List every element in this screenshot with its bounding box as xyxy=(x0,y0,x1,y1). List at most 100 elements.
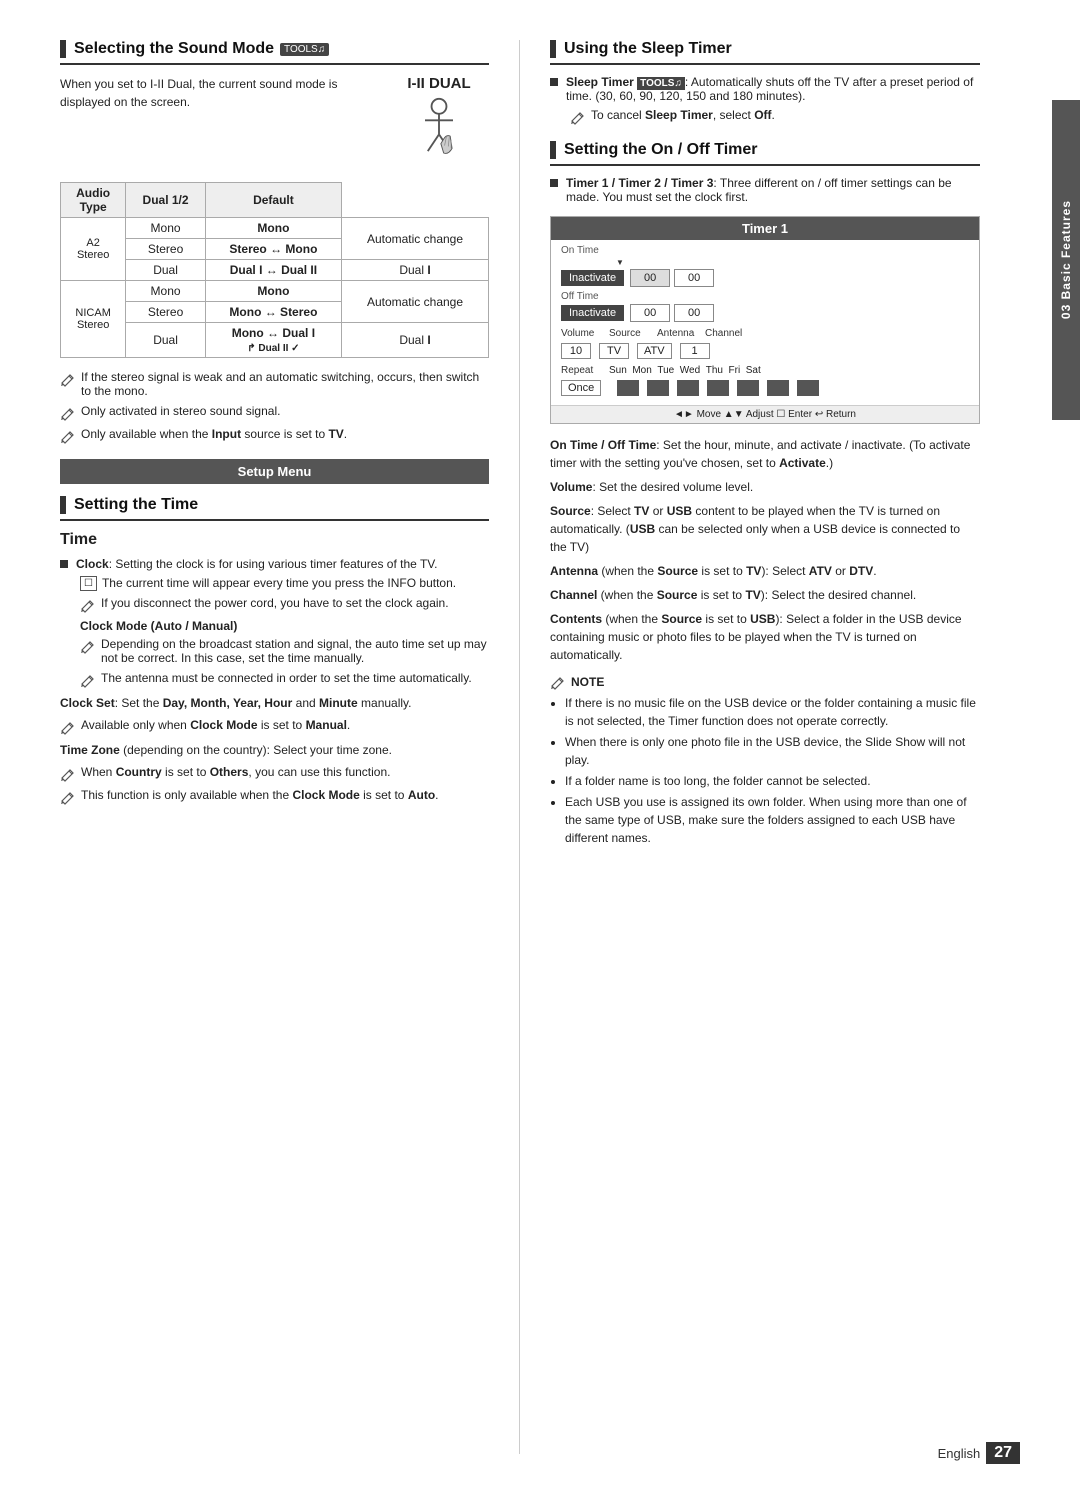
heading-bar-2 xyxy=(60,496,66,514)
type-stereo2: Stereo xyxy=(126,302,206,323)
default-auto2: Automatic change xyxy=(341,281,488,323)
dual-section: When you set to I-II Dual, the current s… xyxy=(60,75,489,167)
note-stereo-only: Only activated in stereo sound signal. xyxy=(60,404,489,421)
repeat-val: Once xyxy=(561,380,601,396)
note-input-tv: Only available when the Input source is … xyxy=(60,427,489,444)
off-hour: 00 xyxy=(630,304,670,322)
dual-dual: Dual I ↔ Dual II xyxy=(205,260,341,281)
timer-values-row: 10 TV ATV 1 xyxy=(561,343,969,359)
antenna-val: ATV xyxy=(637,343,672,359)
info-button-note: ☐ The current time will appear every tim… xyxy=(80,576,489,591)
off-time-label: Off Time xyxy=(561,291,969,302)
table-header-audio-type: AudioType xyxy=(61,183,126,218)
dual-stereo: Stereo ↔ Mono xyxy=(205,239,341,260)
note-stereo-text: If the stereo signal is weak and an auto… xyxy=(81,370,489,398)
pencil-icon-4 xyxy=(80,597,96,613)
on-hour: 00 xyxy=(630,269,670,287)
table-row: NICAMStereo Mono Mono Automatic change xyxy=(61,281,489,302)
source-val: TV xyxy=(599,343,629,359)
note-input-text: Only available when the Input source is … xyxy=(81,427,347,441)
desc-channel: Channel (when the Source is set to TV): … xyxy=(550,586,980,604)
default-dual1: Dual I xyxy=(341,260,488,281)
type-stereo: Stereo xyxy=(126,239,206,260)
setup-menu-bar: Setup Menu xyxy=(60,459,489,484)
type-dual: Dual xyxy=(126,260,206,281)
channel-label: Channel xyxy=(705,328,745,339)
default-auto-change: Automatic change xyxy=(341,218,488,260)
antenna-text: The antenna must be connected in order t… xyxy=(101,671,472,685)
dual-stereo2: Mono ↔ Stereo xyxy=(205,302,341,323)
pencil-icon-5 xyxy=(80,638,96,654)
repeat-section: Repeat Sun Mon Tue Wed Thu Fri Sat Once xyxy=(561,365,969,396)
source-label: Source xyxy=(609,328,649,339)
pencil-icon-7 xyxy=(60,719,76,735)
desc-on-off-time: On Time / Off Time: Set the hour, minute… xyxy=(550,436,980,472)
bullet-square-sleep xyxy=(550,78,558,86)
side-tab: 03 Basic Features xyxy=(1052,100,1080,420)
on-minute: 00 xyxy=(674,269,714,287)
on-time-label: On Time xyxy=(561,245,969,256)
note-broadcast: Depending on the broadcast station and s… xyxy=(80,637,489,665)
repeat-label: Repeat xyxy=(561,365,601,376)
sound-mode-title: Selecting the Sound Mode xyxy=(74,40,274,58)
note-item-3: If a folder name is too long, the folder… xyxy=(565,772,980,790)
day-wed xyxy=(707,380,729,396)
off-inactivate: Inactivate xyxy=(561,305,624,321)
sound-mode-desc: When you set to I-II Dual, the current s… xyxy=(60,75,379,111)
clock-desc: Clock: Setting the clock is for using va… xyxy=(76,557,438,571)
sound-mode-heading: Selecting the Sound Mode TOOLS♫ xyxy=(60,40,489,65)
repeat-values-row: Once xyxy=(561,380,969,396)
type-mono: Mono xyxy=(126,218,206,239)
audio-table: AudioType Dual 1/2 Default A2Stereo Mono… xyxy=(60,182,489,358)
desc-volume: Volume: Set the desired volume level. xyxy=(550,478,980,496)
setup-menu-label: Setup Menu xyxy=(238,464,312,479)
type-dual2: Dual xyxy=(126,323,206,358)
timer-bullet: Timer 1 / Timer 2 / Timer 3: Three diffe… xyxy=(550,176,980,204)
table-header-default: Default xyxy=(205,183,341,218)
timer-data-row: Volume Source Antenna Channel xyxy=(561,328,969,339)
pencil-icon-9 xyxy=(60,789,76,805)
timer-desc: Timer 1 / Timer 2 / Timer 3: Three diffe… xyxy=(566,176,980,204)
timer-title: Timer 1 xyxy=(551,217,979,240)
volume-label: Volume xyxy=(561,328,601,339)
note-others: When Country is set to Others, you can u… xyxy=(60,765,489,782)
bullet-square-timer xyxy=(550,179,558,187)
day-mon xyxy=(647,380,669,396)
on-off-timer-heading: Setting the On / Off Timer xyxy=(550,141,980,166)
type-mono2: Mono xyxy=(126,281,206,302)
note-item-4: Each USB you use is assigned its own fol… xyxy=(565,793,980,847)
default-dual2: Dual I xyxy=(341,323,488,358)
pencil-icon-10 xyxy=(570,109,586,125)
note-item-2: When there is only one photo file in the… xyxy=(565,733,980,769)
sleep-timer-title: Using the Sleep Timer xyxy=(564,40,732,58)
note-list: If there is no music file on the USB dev… xyxy=(550,694,980,847)
language-label: English xyxy=(938,1446,981,1461)
tools-badge: TOOLS♫ xyxy=(280,43,329,56)
pencil-icon-1 xyxy=(60,371,76,387)
hand-icon xyxy=(409,97,469,167)
off-time-row: Inactivate 00 00 xyxy=(561,304,969,322)
pencil-icon-3 xyxy=(60,428,76,444)
day-sun xyxy=(617,380,639,396)
note-label: NOTE xyxy=(571,675,604,689)
volume-val: 10 xyxy=(561,343,591,359)
sleep-timer-bullet: Sleep Timer TOOLS♫: Automatically shuts … xyxy=(550,75,980,103)
desc-contents: Contents (when the Source is set to USB)… xyxy=(550,610,980,664)
clock-bullet: Clock: Setting the clock is for using va… xyxy=(60,557,489,571)
off-minute: 00 xyxy=(674,304,714,322)
dual-mono: Mono xyxy=(205,218,341,239)
note-antenna: The antenna must be connected in order t… xyxy=(80,671,489,688)
note-auto-mode: This function is only available when the… xyxy=(60,788,489,805)
setting-time-heading: Setting the Time xyxy=(60,496,489,521)
timer-body: On Time ▼ Inactivate 00 00 Off Time Inac… xyxy=(551,240,979,405)
on-time-row: Inactivate 00 00 xyxy=(561,269,969,287)
heading-bar-3 xyxy=(550,40,556,58)
note-stereo-only-text: Only activated in stereo sound signal. xyxy=(81,404,280,418)
day-labels: Sun Mon Tue Wed Thu Fri Sat xyxy=(609,365,761,376)
disconnect-text: If you disconnect the power cord, you ha… xyxy=(101,596,449,610)
timer-nav-bar: ◄► Move ▲▼ Adjust ☐ Enter ↩ Return xyxy=(551,405,979,423)
timer-box: Timer 1 On Time ▼ Inactivate 00 00 Off T… xyxy=(550,216,980,424)
note-disconnect: If you disconnect the power cord, you ha… xyxy=(80,596,489,613)
auto-mode-text: This function is only available when the… xyxy=(81,788,439,802)
dual-image-block: I-II DUAL xyxy=(389,75,489,167)
